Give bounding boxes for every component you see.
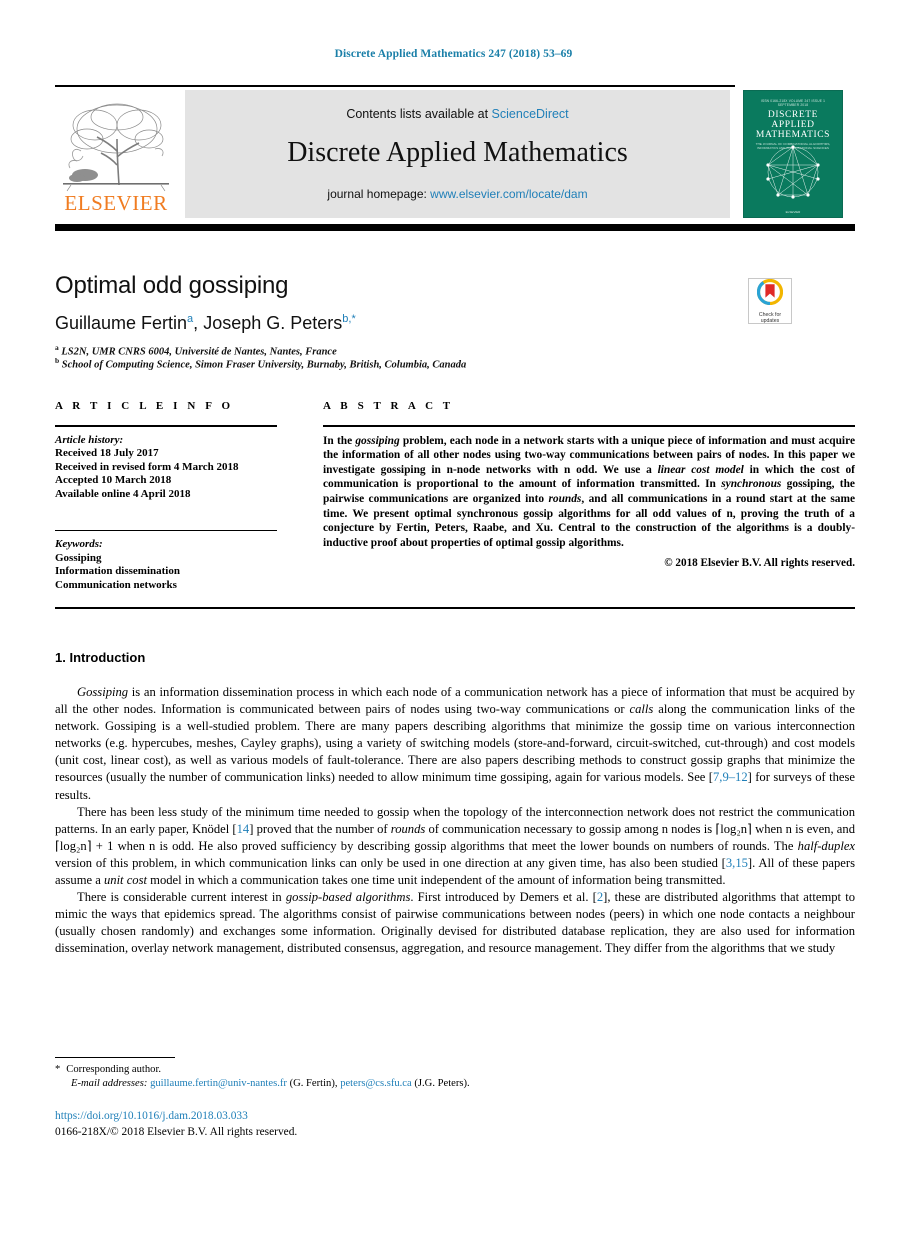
crossmark-badge[interactable]: Check for updates	[748, 278, 792, 324]
abstract-copyright: © 2018 Elsevier B.V. All rights reserved…	[664, 557, 855, 570]
affiliation-b: b School of Computing Science, Simon Fra…	[55, 356, 466, 371]
journal-homepage-link[interactable]: www.elsevier.com/locate/dam	[430, 187, 587, 201]
sciencedirect-link[interactable]: ScienceDirect	[492, 107, 569, 121]
corresponding-author-note: * Corresponding author.	[55, 1063, 815, 1077]
cover-title: DISCRETE APPLIED MATHEMATICS	[750, 110, 836, 140]
affiliation-a-marker: a	[55, 343, 59, 352]
author-1-affiliation-marker: a	[187, 313, 194, 325]
cover-publisher: ELSEVIER	[785, 210, 801, 214]
journal-cover-thumbnail[interactable]: ISSN 0166-218X VOLUME 247 ISSUE 1 SEPTEM…	[743, 90, 843, 218]
cover-issue-line: ISSN 0166-218X VOLUME 247 ISSUE 1 SEPTEM…	[760, 99, 826, 107]
email-link-peters[interactable]: peters@cs.sfu.ca	[340, 1078, 412, 1089]
elsevier-logo: ELSEVIER	[55, 90, 177, 218]
keyword-item: Communication networks	[55, 578, 177, 591]
abstract-column: A B S T R A C T In the gossiping problem…	[323, 400, 855, 569]
corresponding-author-text: Corresponding author.	[66, 1064, 162, 1075]
keywords-rule	[55, 529, 277, 532]
body-text-column: Gossiping is an information disseminatio…	[55, 684, 855, 958]
doi-link[interactable]: https://doi.org/10.1016/j.dam.2018.03.03…	[55, 1110, 248, 1122]
keyword-item: Information dissemination	[55, 565, 180, 578]
running-head: Discrete Applied Mathematics 247 (2018) …	[334, 48, 573, 60]
cover-title-line2: APPLIED	[771, 120, 815, 130]
issn-copyright-line: 0166-218X/© 2018 Elsevier B.V. All right…	[55, 1126, 298, 1138]
paragraph: Gossiping is an information disseminatio…	[55, 685, 856, 802]
keywords-label: Keywords:	[55, 538, 103, 551]
masthead-band: Contents lists available at ScienceDirec…	[185, 90, 730, 218]
article-history-item: Received in revised form 4 March 2018	[55, 460, 239, 473]
journal-masthead: ELSEVIER Contents lists available at Sci…	[55, 90, 855, 218]
crossmark-icon	[756, 278, 784, 310]
email-addresses-row: E-mail addresses: guillaume.fertin@univ-…	[71, 1077, 815, 1091]
abstract-heading: A B S T R A C T	[323, 400, 454, 412]
abstract-rule	[323, 425, 855, 427]
keyword-item: Gossiping	[55, 551, 102, 564]
article-history-item: Received 18 July 2017	[55, 447, 159, 460]
email-link-fertin[interactable]: guillaume.fertin@univ-nantes.fr	[150, 1078, 287, 1089]
article-info-column: A R T I C L E I N F O Article history: R…	[55, 400, 305, 593]
article-history-item: Accepted 10 March 2018	[55, 474, 172, 487]
affiliation-b-text: School of Computing Science, Simon Frase…	[61, 359, 467, 371]
article-history-label: Article history:	[55, 433, 124, 446]
homepage-prefix: journal homepage:	[327, 187, 427, 201]
paper-page: Discrete Applied Mathematics 247 (2018) …	[0, 0, 907, 1238]
email-addresses-label: E-mail addresses:	[71, 1078, 148, 1089]
email-owner-fertin: (G. Fertin),	[289, 1078, 338, 1089]
author-1-name: Guillaume Fertin	[55, 313, 188, 333]
masthead-bottom-bar	[55, 224, 855, 231]
footnote-block: * Corresponding author. E-mail addresses:…	[55, 1063, 815, 1091]
crossmark-label: Check for updates	[758, 311, 782, 324]
cover-title-line3: MATHEMATICS	[755, 130, 831, 140]
cover-title-line1: DISCRETE	[767, 110, 819, 120]
journal-title: Discrete Applied Mathematics	[287, 137, 628, 168]
contents-available-line: Contents lists available at ScienceDirec…	[346, 107, 568, 121]
cover-network-graph-icon	[752, 143, 834, 201]
masthead-top-rule	[55, 85, 735, 87]
author-2-affiliation-marker: b,*	[342, 313, 356, 325]
elsevier-wordmark: ELSEVIER	[64, 191, 168, 215]
journal-homepage-line: journal homepage: www.elsevier.com/locat…	[327, 187, 587, 201]
author-2-name: Joseph G. Peters	[203, 313, 343, 333]
article-history-item: Available online 4 April 2018	[55, 487, 191, 500]
article-info-heading: A R T I C L E I N F O	[55, 400, 234, 412]
affiliation-b-marker: b	[55, 356, 60, 365]
page-title: Optimal odd gossiping	[55, 272, 289, 299]
email-owner-peters: (J.G. Peters).	[414, 1078, 470, 1089]
abstract-bottom-rule	[55, 607, 855, 609]
corresponding-author-marker: *	[55, 1064, 61, 1075]
paragraph: There is considerable current interest i…	[55, 890, 855, 956]
keywords-block: Keywords: Gossiping Information dissemin…	[55, 529, 305, 593]
contents-prefix: Contents lists available at	[346, 107, 489, 121]
abstract-text: In the gossiping problem, each node in a…	[323, 434, 855, 549]
article-info-rule	[55, 425, 277, 427]
section-heading-introduction: 1. Introduction	[55, 650, 146, 665]
author-list: Guillaume Fertina, Joseph G. Petersb,*	[55, 313, 356, 333]
elsevier-tree-icon	[57, 99, 175, 195]
paragraph: There has been less study of the minimum…	[55, 804, 855, 888]
footnote-rule	[55, 1057, 175, 1059]
